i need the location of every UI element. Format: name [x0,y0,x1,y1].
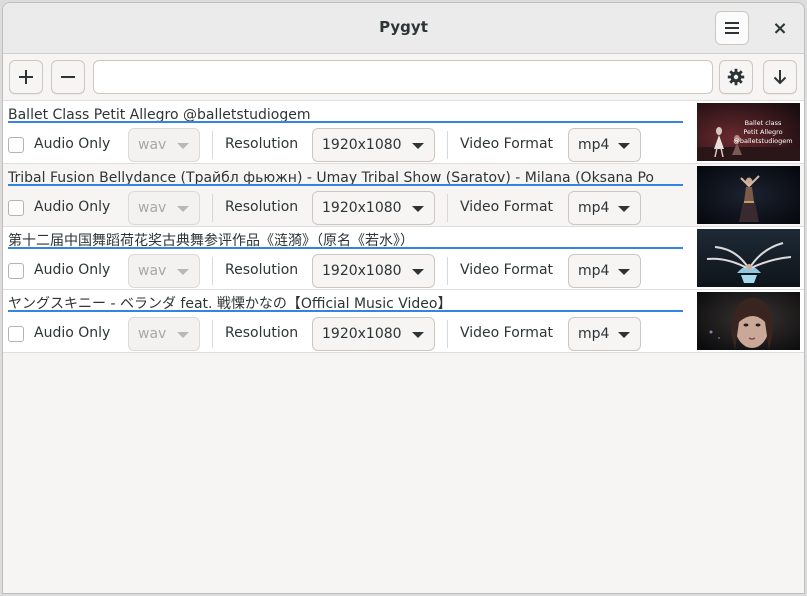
resolution-label: Resolution [225,325,299,341]
dropdown-arrow-icon [177,332,189,338]
video-thumbnail [697,229,800,287]
audio-format-value: wav [138,137,167,153]
audio-format-dropdown[interactable]: wav [128,128,200,162]
video-format-label: Video Format [460,136,554,152]
separator [447,194,448,222]
progress-bar [8,184,683,186]
video-format-dropdown[interactable]: mp4 [568,191,641,225]
resolution-dropdown[interactable]: 1920x1080 [312,128,435,162]
dropdown-arrow-icon [177,206,189,212]
audio-only-checkbox[interactable] [8,263,24,279]
video-format-value: mp4 [578,137,610,153]
audio-only-label: Audio Only [34,325,111,341]
svg-text:Petit Allegro: Petit Allegro [743,128,782,136]
separator [212,194,213,222]
dropdown-arrow-icon [618,332,630,338]
dropdown-arrow-icon [412,269,424,275]
resolution-dropdown[interactable]: 1920x1080 [312,254,435,288]
download-button[interactable] [763,60,797,94]
resolution-label: Resolution [225,262,299,278]
dropdown-arrow-icon [412,332,424,338]
resolution-value: 1920x1080 [322,137,402,153]
dropdown-arrow-icon [412,143,424,149]
video-thumbnail: Ballet class Petit Allegro @balletstudio… [697,103,800,161]
audio-only-label: Audio Only [34,136,111,152]
remove-button[interactable] [51,60,85,94]
minus-icon [61,76,75,78]
video-format-label: Video Format [460,262,554,278]
dropdown-arrow-icon [177,269,189,275]
resolution-value: 1920x1080 [322,263,402,279]
separator [212,320,213,348]
toolbar [3,53,804,101]
audio-format-dropdown[interactable]: wav [128,254,200,288]
close-button[interactable]: × [763,11,797,45]
separator [212,131,213,159]
audio-format-value: wav [138,326,167,342]
separator [447,320,448,348]
audio-only-label: Audio Only [34,199,111,215]
video-thumbnail [697,166,800,224]
window-title: Pygyt [379,18,428,36]
resolution-value: 1920x1080 [322,326,402,342]
video-thumbnail [697,292,800,350]
app-window: Pygyt × Ballet Class Petit Allegro @ball… [2,2,805,594]
plus-icon [19,70,33,84]
video-format-label: Video Format [460,199,554,215]
audio-format-dropdown[interactable]: wav [128,191,200,225]
audio-only-checkbox[interactable] [8,200,24,216]
separator [447,257,448,285]
settings-button[interactable] [719,60,753,94]
progress-bar [8,247,683,249]
add-button[interactable] [9,60,43,94]
resolution-dropdown[interactable]: 1920x1080 [312,317,435,351]
progress-bar [8,121,683,123]
video-format-value: mp4 [578,200,610,216]
svg-text:Ballet class: Ballet class [745,119,782,127]
main-menu-button[interactable] [715,11,749,45]
list-item: Tribal Fusion Bellydance (Трайбл фьюжн) … [3,164,804,227]
download-list: Ballet Class Petit Allegro @balletstudio… [3,100,804,353]
audio-only-checkbox[interactable] [8,137,24,153]
dropdown-arrow-icon [177,143,189,149]
separator [212,257,213,285]
resolution-label: Resolution [225,199,299,215]
svg-text:@balletstudiogem: @balletstudiogem [733,137,792,145]
video-format-dropdown[interactable]: mp4 [568,128,641,162]
video-format-value: mp4 [578,263,610,279]
audio-format-dropdown[interactable]: wav [128,317,200,351]
header-bar: Pygyt × [3,3,804,54]
progress-bar [8,310,683,312]
audio-only-label: Audio Only [34,262,111,278]
audio-format-value: wav [138,200,167,216]
list-item: 第十二届中国舞蹈荷花奖古典舞参评作品《涟漪》（原名《若水》） Audio Onl… [3,227,804,290]
video-format-value: mp4 [578,326,610,342]
video-format-label: Video Format [460,325,554,341]
arrow-down-icon [773,70,787,85]
list-item: Ballet Class Petit Allegro @balletstudio… [3,101,804,164]
resolution-value: 1920x1080 [322,200,402,216]
resolution-label: Resolution [225,136,299,152]
audio-only-checkbox[interactable] [8,326,24,342]
video-format-dropdown[interactable]: mp4 [568,317,641,351]
dropdown-arrow-icon [618,269,630,275]
dropdown-arrow-icon [618,143,630,149]
gear-icon [727,68,745,86]
list-item: ヤングスキニー - ベランダ feat. 戦慄かなの【Official Musi… [3,290,804,353]
dropdown-arrow-icon [412,206,424,212]
audio-format-value: wav [138,263,167,279]
dropdown-arrow-icon [618,206,630,212]
video-format-dropdown[interactable]: mp4 [568,254,641,288]
hamburger-menu-icon [725,22,739,34]
url-input[interactable] [93,60,713,94]
separator [447,131,448,159]
resolution-dropdown[interactable]: 1920x1080 [312,191,435,225]
